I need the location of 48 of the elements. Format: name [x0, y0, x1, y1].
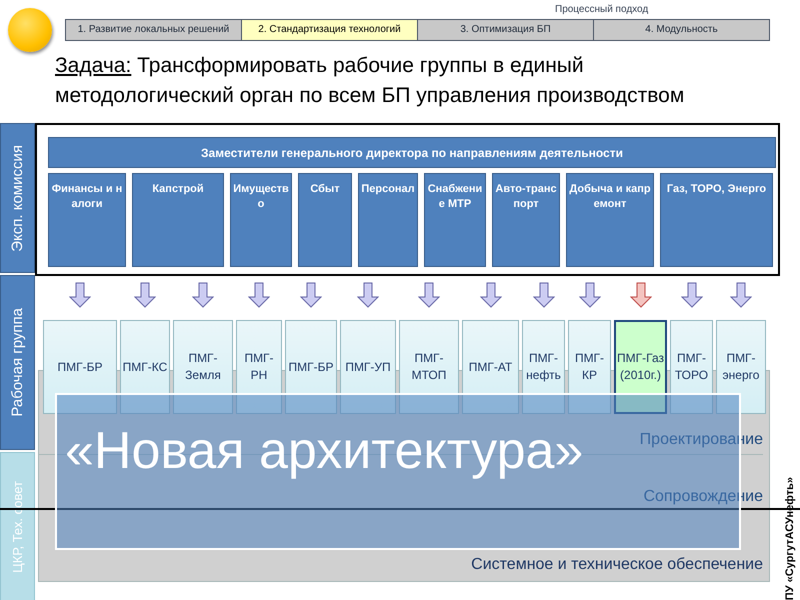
down-arrow-icon	[134, 282, 156, 308]
department-box: Газ, ТОРО, Энерго	[660, 173, 773, 267]
down-arrow-icon	[730, 282, 752, 308]
process-approach-label: Процессный подход	[555, 3, 650, 17]
overlay-title: «Новая архитектура»	[65, 423, 584, 479]
working-group-box: ПМГ-МТОП	[399, 320, 459, 414]
working-group-box: ПМГ-КС	[120, 320, 170, 414]
down-arrow-icon	[578, 282, 600, 308]
process-step: 1. Развитие локальных решений	[66, 20, 242, 40]
down-arrow-icon	[192, 282, 214, 308]
vendor-label: ПУ «СургутАСУнефть»	[782, 476, 797, 600]
down-arrow-icon	[69, 282, 91, 308]
working-group-box: ПМГ-Газ (2010г.)	[614, 320, 667, 414]
working-group-box: ПМГ-энерго	[716, 320, 766, 414]
department-box: Снабжение МТР	[424, 173, 486, 267]
working-group-box: ПМГ-нефть	[522, 320, 565, 414]
side-label: Эксп. комиссия	[0, 123, 35, 273]
process-step: 4. Модульность	[594, 20, 769, 40]
working-group-box: ПМГ-КР	[568, 320, 611, 414]
department-box: Финансы и налоги	[48, 173, 126, 267]
layer-label: Системное и техническое обеспечение	[471, 555, 763, 575]
down-arrow-icon	[357, 282, 379, 308]
down-arrow-icon	[248, 282, 270, 308]
down-arrow-icon	[418, 282, 440, 308]
department-box: Имущество	[230, 173, 292, 267]
down-arrow-icon	[532, 282, 554, 308]
department-box: Авто-транспорт	[492, 173, 560, 267]
down-arrow-icon	[480, 282, 502, 308]
down-arrow-icon	[680, 282, 702, 308]
department-box: Добыча и капремонт	[566, 173, 654, 267]
working-group-box: ПМГ-УП	[340, 320, 396, 414]
task-text: Задача: Трансформировать рабочие группы в единый методологический орган по всем БП управления производством	[55, 53, 686, 109]
working-group-box: ПМГ-Земля	[173, 320, 233, 414]
directors-title: Заместители генерального директора по направлениям деятельности	[48, 137, 776, 168]
department-box: Сбыт	[298, 173, 352, 267]
down-arrow-icon	[630, 282, 652, 308]
working-group-box: ПМГ-АТ	[462, 320, 519, 414]
department-box: Капстрой	[132, 173, 224, 267]
side-label: Рабочая группа	[0, 275, 35, 450]
working-group-box: ПМГ-ТОРО	[670, 320, 713, 414]
department-box: Персонал	[358, 173, 418, 267]
working-group-box: ПМГ-РН	[236, 320, 282, 414]
process-step: 3. Оптимизация БП	[418, 20, 594, 40]
side-label: ЦКР, Тех. совет	[0, 452, 35, 600]
working-group-box: ПМГ-БР	[285, 320, 337, 414]
working-group-box: ПМГ-БР	[43, 320, 117, 414]
process-step: 2. Стандартизация технологий	[242, 20, 418, 40]
down-arrow-icon	[300, 282, 322, 308]
